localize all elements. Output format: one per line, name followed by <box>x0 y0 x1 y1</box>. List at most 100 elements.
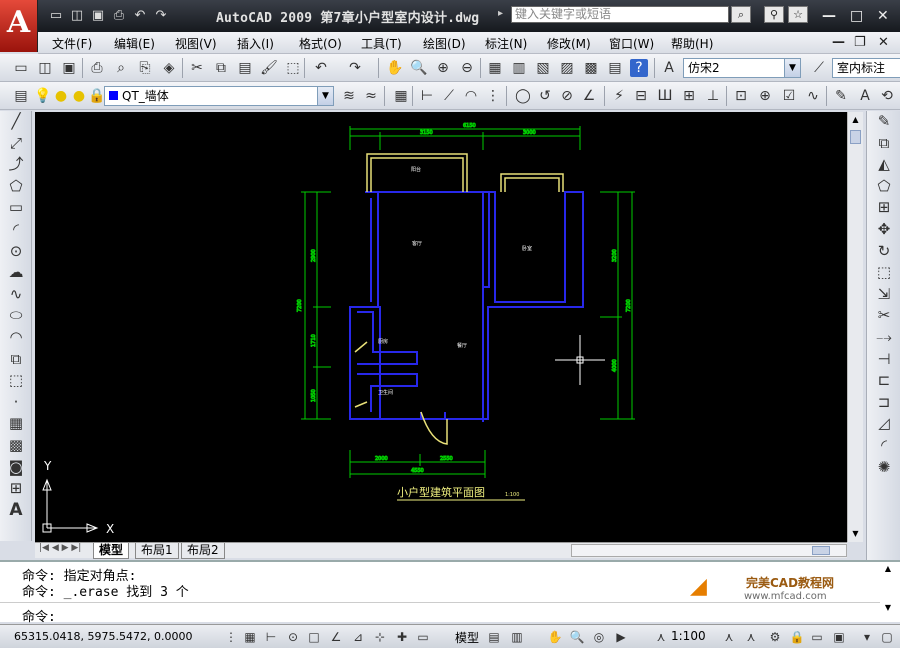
status-tray-icon[interactable]: ▭ <box>808 628 826 645</box>
tool-palettes-icon[interactable]: ▧ <box>534 59 552 77</box>
markup-icon[interactable]: ▩ <box>582 59 600 77</box>
pan-status-icon[interactable]: ✋ <box>546 628 564 645</box>
zoom-status-icon[interactable]: 🔍 <box>568 628 586 645</box>
ortho-mode-icon[interactable]: ⊢ <box>262 628 280 645</box>
stretch-icon[interactable]: ⇲ <box>867 284 900 306</box>
mirror-icon[interactable]: ◭ <box>867 154 900 176</box>
pan-icon[interactable]: ✋ <box>386 59 404 77</box>
quick-dim-icon[interactable]: ⚡ <box>610 87 628 105</box>
favorites-icon[interactable]: ☆ <box>788 6 808 23</box>
close-icon[interactable]: ✕ <box>877 8 889 24</box>
minimize-icon[interactable]: — <box>822 8 836 24</box>
break-at-point-icon[interactable]: ⊣ <box>867 349 900 371</box>
dim-continue-icon[interactable]: Ш <box>656 87 674 105</box>
dynamic-ucs-icon[interactable]: ⊿ <box>349 628 367 645</box>
redo-icon[interactable]: ↷ <box>153 7 169 23</box>
zoom-window-icon[interactable]: ⊕ <box>434 59 452 77</box>
status-menu-icon[interactable]: ▾ <box>858 628 876 645</box>
chevron-down-icon[interactable]: ▼ <box>784 59 800 77</box>
jogged-linear-icon[interactable]: ∿ <box>804 87 822 105</box>
dim-break-icon[interactable]: ⊥ <box>704 87 722 105</box>
doc-restore-icon[interactable]: ❐ <box>854 35 866 50</box>
expand-icon[interactable]: ▸ <box>498 8 503 19</box>
copy-icon[interactable]: ⧉ <box>212 59 230 77</box>
array-icon[interactable]: ⊞ <box>867 197 900 219</box>
extend-icon[interactable]: ⤍ <box>867 327 900 349</box>
layer-select[interactable]: QT_墙体 ▼ <box>104 86 334 106</box>
show-motion-icon[interactable]: ▶ <box>612 628 630 645</box>
menu-window[interactable]: 窗口(W) <box>609 35 654 52</box>
copy-object-icon[interactable]: ⧉ <box>867 133 900 155</box>
quick-properties-icon[interactable]: ▭ <box>414 628 432 645</box>
join-icon[interactable]: ⊐ <box>867 392 900 414</box>
cmd-scroll-down-icon[interactable]: ▼ <box>880 603 896 612</box>
menu-view[interactable]: 视图(V) <box>175 35 217 52</box>
tab-nav-icons[interactable]: |◀ ◀ ▶ ▶| <box>39 543 81 553</box>
fullscreen-icon[interactable]: ▢ <box>878 628 896 645</box>
dim-aligned-icon[interactable]: ⟋ <box>440 87 458 105</box>
dim-diameter-icon[interactable]: ⊘ <box>558 87 576 105</box>
quick-view-layouts-icon[interactable]: ▤ <box>485 628 503 645</box>
text-style-icon[interactable]: A <box>660 59 678 77</box>
ellipse-arc-icon[interactable]: ◠ <box>0 327 32 349</box>
menu-draw[interactable]: 绘图(D) <box>423 35 466 52</box>
open-file-icon[interactable]: ◫ <box>36 59 54 77</box>
polar-tracking-icon[interactable]: ⊙ <box>284 628 302 645</box>
redo-tool-icon[interactable]: ↷ <box>346 59 364 77</box>
make-block-icon[interactable]: ⬚ <box>0 370 32 392</box>
doc-minimize-icon[interactable]: — <box>832 35 845 50</box>
dim-update-icon[interactable]: ⟲ <box>878 87 896 105</box>
menu-help[interactable]: 帮助(H) <box>671 35 713 52</box>
lineweight-icon[interactable]: ✚ <box>393 628 411 645</box>
rotate-icon[interactable]: ↻ <box>867 241 900 263</box>
dim-radius-icon[interactable]: ◯ <box>514 87 532 105</box>
command-scrollbar[interactable]: ▲ ▼ <box>880 564 896 620</box>
tab-model[interactable]: 模型 <box>93 543 130 559</box>
chamfer-icon[interactable]: ◿ <box>867 413 900 435</box>
new-icon[interactable]: ▭ <box>48 7 64 23</box>
object-snap-icon[interactable]: □ <box>305 628 323 645</box>
paste-icon[interactable]: ▤ <box>236 59 254 77</box>
menu-modify[interactable]: 修改(M) <box>547 35 591 52</box>
hatch-icon[interactable]: ▦ <box>0 413 32 435</box>
auto-scale-icon[interactable]: ⋏ <box>742 628 760 645</box>
dim-linear-icon[interactable]: ⊢ <box>418 87 436 105</box>
save-file-icon[interactable]: ▣ <box>60 59 78 77</box>
horizontal-scrollbar[interactable] <box>571 544 847 557</box>
steering-wheel-icon[interactable]: ◎ <box>590 628 608 645</box>
command-prompt[interactable]: 命令: <box>22 606 56 625</box>
layer-previous-icon[interactable]: ≈ <box>362 87 380 105</box>
spline-icon[interactable]: ∿ <box>0 284 32 306</box>
search-input[interactable]: 键入关键字或短语 <box>511 6 729 23</box>
layer-freeze-icon[interactable]: ● <box>52 87 70 105</box>
maximize-icon[interactable]: □ <box>850 8 863 24</box>
text-style-select[interactable]: 仿宋2 ▼ <box>683 58 801 78</box>
circle-icon[interactable]: ⊙ <box>0 241 32 263</box>
dim-angular-icon[interactable]: ∠ <box>580 87 598 105</box>
quick-view-drawings-icon[interactable]: ▥ <box>508 628 526 645</box>
erase-icon[interactable]: ✎ <box>867 111 900 133</box>
toolbar-lock-icon[interactable]: 🔒 <box>788 628 806 645</box>
dim-arc-icon[interactable]: ◠ <box>462 87 480 105</box>
undo-tool-icon[interactable]: ↶ <box>312 59 330 77</box>
save-icon[interactable]: ▣ <box>90 7 106 23</box>
center-mark-icon[interactable]: ⊕ <box>756 87 774 105</box>
polyline-icon[interactable]: ⤴ <box>0 154 32 176</box>
make-current-icon[interactable]: ≋ <box>340 87 358 105</box>
construction-line-icon[interactable]: ⤢ <box>0 133 32 155</box>
layer-manager-icon[interactable]: ▤ <box>12 87 30 105</box>
publish-icon[interactable]: ⎘ <box>136 59 154 77</box>
object-snap-tracking-icon[interactable]: ∠ <box>327 628 345 645</box>
zoom-realtime-icon[interactable]: 🔍 <box>410 59 428 77</box>
scale-icon[interactable]: ⬚ <box>867 262 900 284</box>
dim-style-select[interactable]: 室内标注 <box>832 58 900 78</box>
workspace-switch-icon[interactable]: ⚙ <box>766 628 784 645</box>
chevron-down-icon[interactable]: ▼ <box>317 87 333 105</box>
properties-icon[interactable]: ▦ <box>486 59 504 77</box>
sheet-set-icon[interactable]: ▨ <box>558 59 576 77</box>
3d-print-icon[interactable]: ◈ <box>160 59 178 77</box>
dim-ordinate-icon[interactable]: ⋮ <box>484 87 502 105</box>
tab-layout2[interactable]: 布局2 <box>181 543 225 559</box>
ellipse-icon[interactable]: ⬭ <box>0 305 32 327</box>
dim-baseline-icon[interactable]: ⊟ <box>632 87 650 105</box>
